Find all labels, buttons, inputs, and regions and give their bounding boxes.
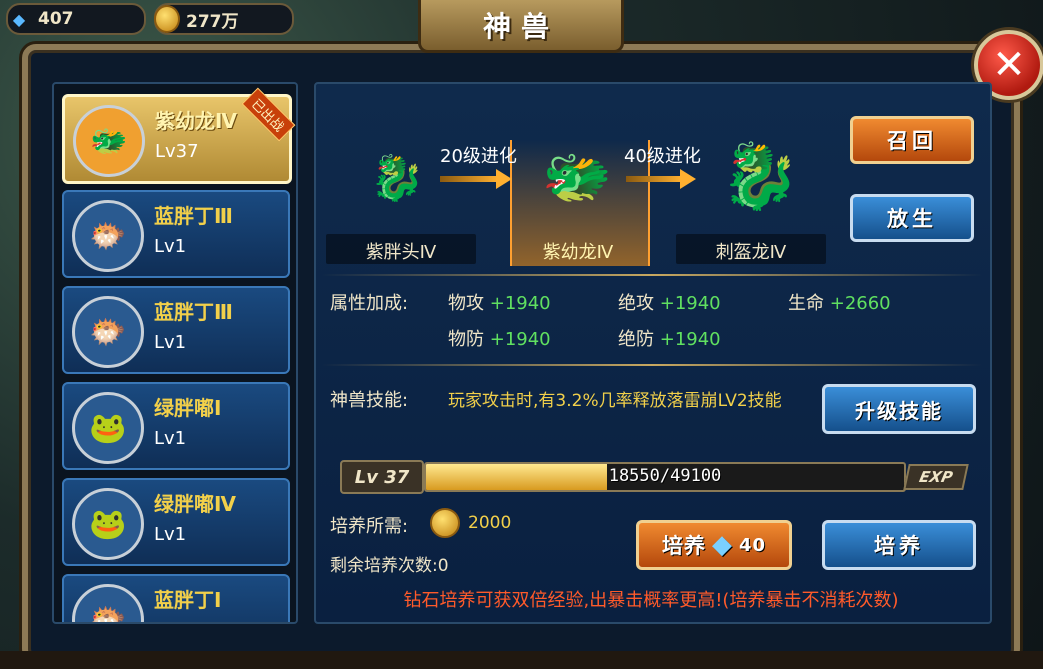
pet-item-selected[interactable]: 🐲 紫幼龙Ⅳ Lv37 已出战 <box>62 87 296 184</box>
pet-item[interactable]: 🐸 绿胖嘟Ⅰ Lv1 <box>62 382 290 470</box>
evolution-stage-1: 🐉 <box>352 140 448 216</box>
pet-name: 绿胖嘟Ⅳ <box>154 492 236 516</box>
gold-counter: 277万 <box>154 3 294 35</box>
evolve-level-20-label: 20级进化 <box>440 146 517 167</box>
pet-name: 蓝胖丁Ⅲ <box>154 300 233 324</box>
recall-button[interactable]: 召回 <box>850 116 974 164</box>
purple-dragon-icon: 🐲 <box>73 105 145 177</box>
pet-name: 绿胖嘟Ⅰ <box>154 396 222 420</box>
experience-bar: Lv 37 18550/49100 EXP <box>340 460 969 494</box>
pet-name: 蓝胖丁Ⅲ <box>154 204 233 228</box>
pet-level: Lv1 <box>154 524 187 545</box>
xp-text: 18550/49100 <box>608 466 722 486</box>
pet-level: Lv37 <box>155 141 199 162</box>
evolution-stage-2: 🐲 <box>532 132 628 222</box>
pet-name: 蓝胖丁Ⅰ <box>154 588 222 612</box>
gem-counter: ◆ 407 <box>6 3 146 35</box>
evolve-arrow-1 <box>440 169 512 189</box>
pet-level: Lv1 <box>154 332 187 353</box>
pet-item[interactable]: 🐡 蓝胖丁Ⅲ Lv1 <box>62 190 290 278</box>
cultivate-button[interactable]: 培养 <box>822 520 976 570</box>
gem-cultivate-label: 培养 <box>661 534 706 558</box>
xp-track: 18550/49100 <box>424 462 906 492</box>
gem-cultivate-cost: 40 <box>738 534 767 556</box>
bottom-strip <box>0 651 1043 669</box>
stat-health: 生命 +2660 <box>788 293 891 314</box>
skill-label: 神兽技能: <box>330 390 409 411</box>
pet-item[interactable]: 🐡 蓝胖丁Ⅰ <box>62 574 290 622</box>
spiked-dragon-icon: 🐉 <box>720 139 800 214</box>
pet-item[interactable]: 🐸 绿胖嘟Ⅳ Lv1 <box>62 478 290 566</box>
stat-special-attack: 绝攻 +1940 <box>618 293 721 314</box>
stat-special-defense: 绝防 +1940 <box>618 329 721 350</box>
attribute-label: 属性加成: <box>330 293 409 314</box>
stat-physical-attack: 物攻 +1940 <box>448 293 551 314</box>
stage-2-name: 紫幼龙Ⅳ <box>542 242 614 263</box>
release-button[interactable]: 放生 <box>850 194 974 242</box>
blue-blob-icon: 🐡 <box>72 296 144 368</box>
blue-blob-icon: 🐡 <box>72 200 144 272</box>
blue-blob-icon: 🐡 <box>72 584 144 622</box>
gold-coin-icon <box>430 508 460 538</box>
divider <box>322 274 982 276</box>
skill-description: 玩家攻击时,有3.2%几率释放落雷崩LV2技能 <box>448 391 782 411</box>
gem-value: 407 <box>38 9 74 29</box>
xp-level: Lv 37 <box>340 460 424 494</box>
evolve-level-40-label: 40级进化 <box>624 146 701 167</box>
cultivate-cost-value: 2000 <box>468 513 512 533</box>
gem-cultivate-button[interactable]: 培养 ◆ 40 <box>636 520 792 570</box>
resource-bar: ◆ 407 277万 <box>0 0 420 35</box>
stat-physical-defense: 物防 +1940 <box>448 329 551 350</box>
young-purple-dragon-icon: 🐲 <box>542 145 612 210</box>
pet-name: 紫幼龙Ⅳ <box>155 109 237 133</box>
stage-3-name: 刺盔龙Ⅳ <box>715 242 787 263</box>
pet-list[interactable]: 🐲 紫幼龙Ⅳ Lv37 已出战 🐡 蓝胖丁Ⅲ Lv1 🐡 蓝胖丁Ⅲ Lv1 🐸 … <box>52 82 298 624</box>
evolve-arrow-2 <box>626 169 696 189</box>
remaining-cultivate: 剩余培养次数:0 <box>330 556 449 576</box>
small-purple-dragon-icon: 🐉 <box>369 153 425 204</box>
stage-1-name: 紫胖头Ⅳ <box>365 242 437 263</box>
green-horned-icon: 🐸 <box>72 488 144 560</box>
cultivate-cost: 2000 <box>430 508 511 538</box>
green-horned-icon: 🐸 <box>72 392 144 464</box>
gold-coin-icon <box>154 5 180 33</box>
pet-level: Lv1 <box>154 236 187 257</box>
exp-tag: EXP <box>903 464 969 490</box>
diamond-icon: ◆ <box>711 530 733 560</box>
gold-value: 277万 <box>186 11 239 32</box>
cultivate-notice: 钻石培养可获双倍经验,出暴击概率更高!(培养暴击不消耗次数) <box>403 590 899 611</box>
pet-item[interactable]: 🐡 蓝胖丁Ⅲ Lv1 <box>62 286 290 374</box>
upgrade-skill-button[interactable]: 升级技能 <box>822 384 976 434</box>
evolution-stage-3: 🐉 <box>700 126 820 226</box>
dialog-title: 神兽 <box>418 0 624 53</box>
close-icon: ✕ <box>992 42 1026 88</box>
diamond-icon: ◆ <box>12 9 26 29</box>
deployed-badge: 已出战 <box>241 87 296 142</box>
pet-level: Lv1 <box>154 428 187 449</box>
cultivate-cost-label: 培养所需: <box>330 516 409 537</box>
divider <box>322 364 982 366</box>
